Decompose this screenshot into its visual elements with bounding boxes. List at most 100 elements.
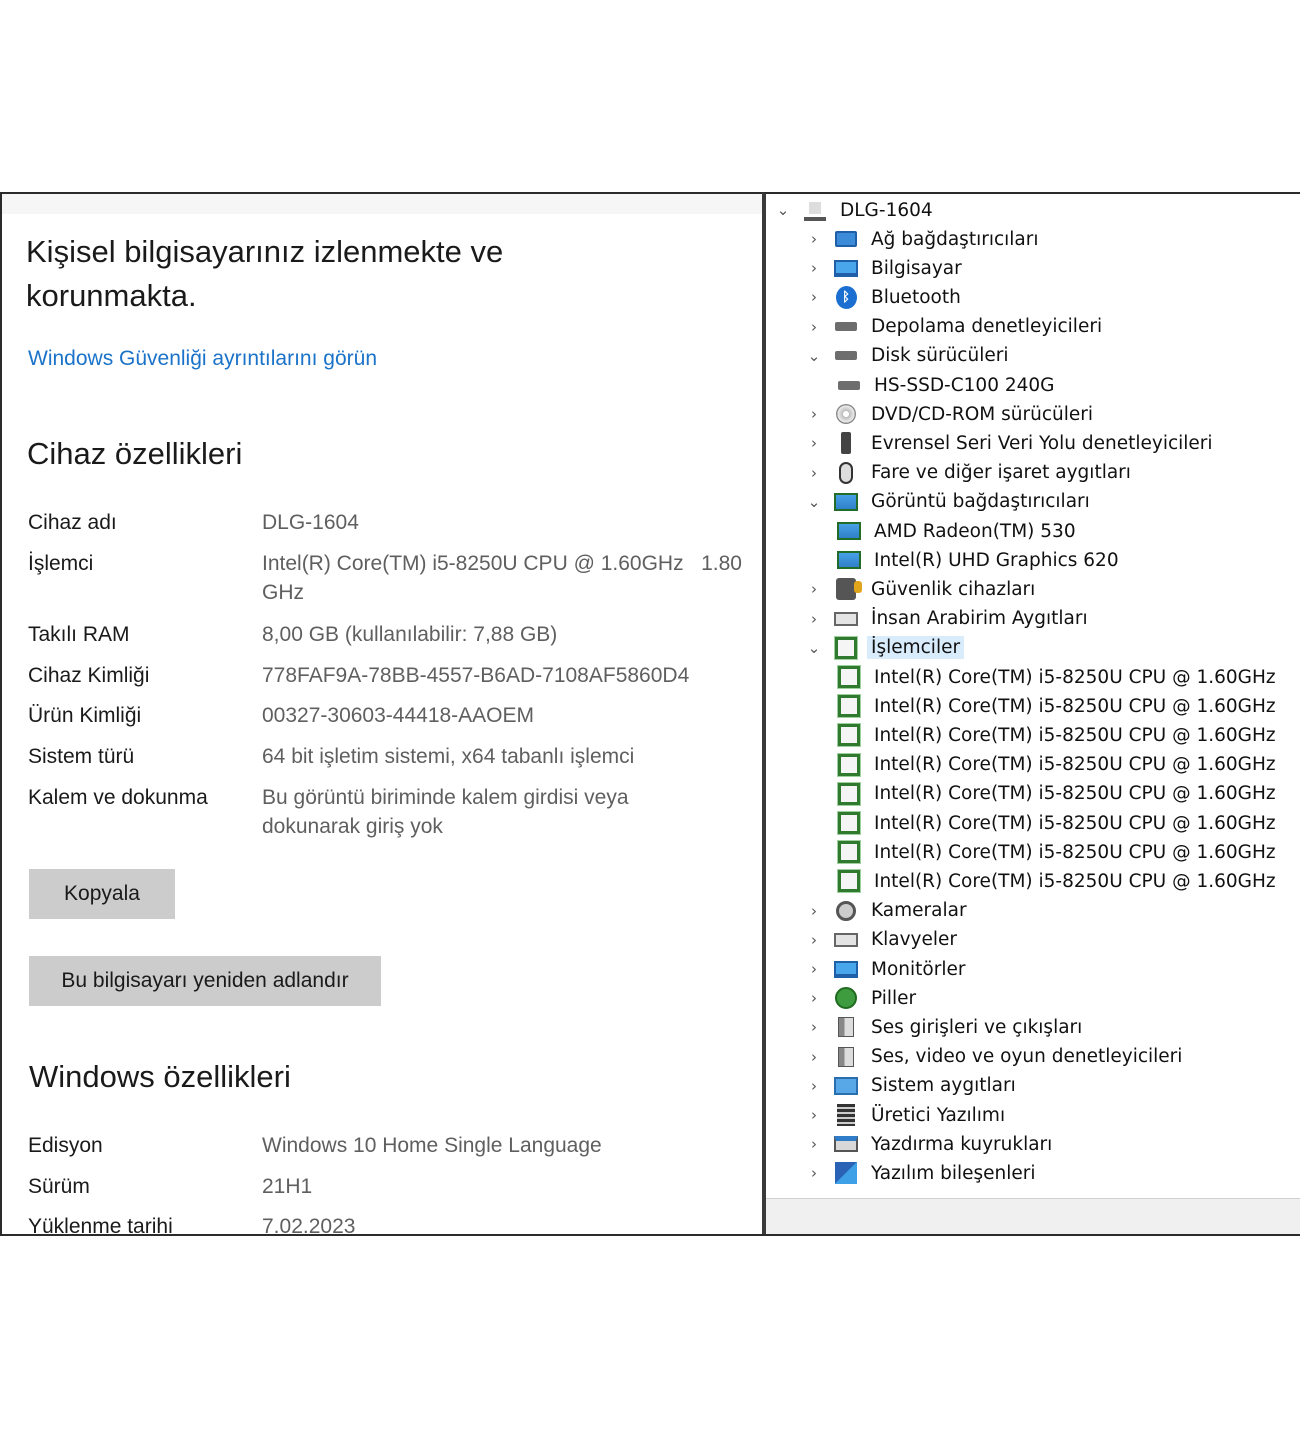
tree-item-label[interactable]: Depolama denetleyicileri bbox=[867, 315, 1106, 338]
tree-category[interactable]: › Ses, video ve oyun denetleyicileri bbox=[805, 1043, 1186, 1071]
copy-button[interactable]: Kopyala bbox=[29, 869, 175, 919]
tree-item-label[interactable]: Intel(R) Core(TM) i5-8250U CPU @ 1.60GHz bbox=[870, 695, 1280, 718]
spec-value[interactable]: Bu görüntü biriminde kalem girdisi veya … bbox=[262, 783, 682, 841]
spec-value[interactable]: Windows 10 Home Single Language bbox=[262, 1131, 752, 1160]
chevron-right-icon[interactable]: › bbox=[805, 405, 823, 423]
spec-value[interactable]: DLG-1604 bbox=[262, 508, 752, 537]
spec-value[interactable]: Intel(R) Core(TM) i5-8250U CPU @ 1.60GHz… bbox=[262, 549, 752, 607]
tree-item-label[interactable]: Görüntü bağdaştırıcıları bbox=[867, 490, 1094, 513]
tree-category[interactable]: › Evrensel Seri Veri Yolu denetleyicileri bbox=[805, 429, 1217, 457]
tree-category[interactable]: › Yazdırma kuyrukları bbox=[805, 1130, 1056, 1158]
tree-category[interactable]: › Ağ bağdaştırıcıları bbox=[805, 225, 1043, 253]
chevron-right-icon[interactable]: › bbox=[805, 1135, 823, 1153]
chevron-right-icon[interactable]: › bbox=[805, 902, 823, 920]
tree-item-label[interactable]: Fare ve diğer işaret aygıtları bbox=[867, 461, 1135, 484]
tree-device[interactable]: Intel(R) Core(TM) i5-8250U CPU @ 1.60GHz bbox=[836, 692, 1280, 720]
chevron-right-icon[interactable]: › bbox=[805, 230, 823, 248]
chevron-right-icon[interactable]: › bbox=[805, 259, 823, 277]
tree-item-label[interactable]: Yazılım bileşenleri bbox=[867, 1162, 1040, 1185]
tree-category[interactable]: › İnsan Arabirim Aygıtları bbox=[805, 605, 1092, 633]
tree-item-label[interactable]: Bluetooth bbox=[867, 286, 965, 309]
tree-item-label[interactable]: Sistem aygıtları bbox=[867, 1074, 1020, 1097]
chevron-right-icon[interactable]: › bbox=[805, 434, 823, 452]
tree-category[interactable]: › DVD/CD-ROM sürücüleri bbox=[805, 400, 1097, 428]
tree-item-label[interactable]: Bilgisayar bbox=[867, 257, 966, 280]
tree-item-label[interactable]: Intel(R) Core(TM) i5-8250U CPU @ 1.60GHz bbox=[870, 870, 1280, 893]
device-tree[interactable]: ⌄ DLG-1604 › Ağ bağdaştırıcıları › Bilgisay… bbox=[766, 194, 1300, 1194]
spec-value[interactable]: 778FAF9A-78BB-4557-B6AD-7108AF5860D4 bbox=[262, 661, 752, 690]
tree-category[interactable]: › Kameralar bbox=[805, 897, 971, 925]
tree-category[interactable]: ⌄ Görüntü bağdaştırıcıları bbox=[805, 488, 1094, 516]
tree-device[interactable]: HS-SSD-C100 240G bbox=[836, 371, 1059, 399]
chevron-right-icon[interactable]: › bbox=[805, 960, 823, 978]
tree-item-label[interactable]: İnsan Arabirim Aygıtları bbox=[867, 607, 1092, 630]
chevron-down-icon[interactable]: ⌄ bbox=[805, 639, 823, 657]
chevron-right-icon[interactable]: › bbox=[805, 580, 823, 598]
chevron-right-icon[interactable]: › bbox=[805, 610, 823, 628]
spec-value[interactable]: 00327-30603-44418-AAOEM bbox=[262, 701, 752, 730]
tree-item-label[interactable]: Evrensel Seri Veri Yolu denetleyicileri bbox=[867, 432, 1217, 455]
chevron-down-icon[interactable]: ⌄ bbox=[774, 201, 792, 219]
tree-item-label[interactable]: Yazdırma kuyrukları bbox=[867, 1133, 1056, 1156]
chevron-right-icon[interactable]: › bbox=[805, 288, 823, 306]
tree-item-label[interactable]: Intel(R) Core(TM) i5-8250U CPU @ 1.60GHz bbox=[870, 753, 1280, 776]
tree-device[interactable]: Intel(R) Core(TM) i5-8250U CPU @ 1.60GHz bbox=[836, 780, 1280, 808]
tree-item-label[interactable]: Intel(R) Core(TM) i5-8250U CPU @ 1.60GHz bbox=[870, 724, 1280, 747]
security-details-link[interactable]: Windows Güvenliği ayrıntılarını görün bbox=[28, 347, 377, 371]
spec-value[interactable]: 64 bit işletim sistemi, x64 tabanlı işle… bbox=[262, 742, 752, 771]
tree-root-label[interactable]: DLG-1604 bbox=[836, 199, 937, 222]
tree-item-label[interactable]: Intel(R) Core(TM) i5-8250U CPU @ 1.60GHz bbox=[870, 666, 1280, 689]
tree-item-label[interactable]: Intel(R) UHD Graphics 620 bbox=[870, 549, 1123, 572]
tree-item-label[interactable]: Intel(R) Core(TM) i5-8250U CPU @ 1.60GHz bbox=[870, 812, 1280, 835]
chevron-right-icon[interactable]: › bbox=[805, 1106, 823, 1124]
tree-device[interactable]: Intel(R) Core(TM) i5-8250U CPU @ 1.60GHz bbox=[836, 751, 1280, 779]
tree-device[interactable]: Intel(R) Core(TM) i5-8250U CPU @ 1.60GHz bbox=[836, 721, 1280, 749]
tree-category[interactable]: › Güvenlik cihazları bbox=[805, 575, 1039, 603]
tree-category[interactable]: › Bilgisayar bbox=[805, 254, 966, 282]
spec-value[interactable]: 21H1 bbox=[262, 1172, 752, 1201]
chevron-right-icon[interactable]: › bbox=[805, 931, 823, 949]
tree-item-label[interactable]: İşlemciler bbox=[867, 636, 965, 660]
spec-value[interactable]: 8,00 GB (kullanılabilir: 7,88 GB) bbox=[262, 620, 752, 649]
tree-item-label[interactable]: Ses, video ve oyun denetleyicileri bbox=[867, 1045, 1186, 1068]
tree-category[interactable]: › ᛒ Bluetooth bbox=[805, 283, 965, 311]
tree-device[interactable]: Intel(R) Core(TM) i5-8250U CPU @ 1.60GHz bbox=[836, 867, 1280, 895]
chevron-right-icon[interactable]: › bbox=[805, 318, 823, 336]
tree-item-label[interactable]: Üretici Yazılımı bbox=[867, 1104, 1009, 1127]
tree-category[interactable]: › Piller bbox=[805, 984, 920, 1012]
tree-category[interactable]: › Fare ve diğer işaret aygıtları bbox=[805, 459, 1135, 487]
tree-category[interactable]: › Yazılım bileşenleri bbox=[805, 1159, 1040, 1187]
tree-category[interactable]: › Ses girişleri ve çıkışları bbox=[805, 1013, 1086, 1041]
chevron-right-icon[interactable]: › bbox=[805, 1077, 823, 1095]
chevron-down-icon[interactable]: ⌄ bbox=[805, 347, 823, 365]
chevron-down-icon[interactable]: ⌄ bbox=[805, 493, 823, 511]
tree-device[interactable]: Intel(R) Core(TM) i5-8250U CPU @ 1.60GHz bbox=[836, 663, 1280, 691]
tree-device[interactable]: Intel(R) Core(TM) i5-8250U CPU @ 1.60GHz bbox=[836, 809, 1280, 837]
tree-item-label[interactable]: Monitörler bbox=[867, 958, 969, 981]
tree-device[interactable]: Intel(R) Core(TM) i5-8250U CPU @ 1.60GHz bbox=[836, 838, 1280, 866]
tree-item-label[interactable]: Piller bbox=[867, 987, 920, 1010]
tree-item-label[interactable]: Güvenlik cihazları bbox=[867, 578, 1039, 601]
tree-item-label[interactable]: Kameralar bbox=[867, 899, 971, 922]
tree-category[interactable]: ⌄ Disk sürücüleri bbox=[805, 342, 1012, 370]
tree-item-label[interactable]: HS-SSD-C100 240G bbox=[870, 374, 1059, 397]
chevron-right-icon[interactable]: › bbox=[805, 1164, 823, 1182]
chevron-right-icon[interactable]: › bbox=[805, 1048, 823, 1066]
tree-category[interactable]: › Üretici Yazılımı bbox=[805, 1101, 1009, 1129]
spec-value[interactable]: 7.02.2023 bbox=[262, 1212, 752, 1234]
tree-item-label[interactable]: Disk sürücüleri bbox=[867, 344, 1012, 367]
rename-pc-button[interactable]: Bu bilgisayarı yeniden adlandır bbox=[29, 956, 381, 1006]
tree-category[interactable]: › Sistem aygıtları bbox=[805, 1072, 1020, 1100]
tree-device[interactable]: Intel(R) UHD Graphics 620 bbox=[836, 546, 1123, 574]
chevron-right-icon[interactable]: › bbox=[805, 989, 823, 1007]
tree-category[interactable]: › Depolama denetleyicileri bbox=[805, 313, 1106, 341]
tree-category[interactable]: › Klavyeler bbox=[805, 926, 961, 954]
tree-item-label[interactable]: DVD/CD-ROM sürücüleri bbox=[867, 403, 1097, 426]
tree-item-label[interactable]: Ağ bağdaştırıcıları bbox=[867, 228, 1043, 251]
tree-device[interactable]: AMD Radeon(TM) 530 bbox=[836, 517, 1080, 545]
tree-item-label[interactable]: Klavyeler bbox=[867, 928, 961, 951]
tree-item-label[interactable]: AMD Radeon(TM) 530 bbox=[870, 520, 1080, 543]
chevron-right-icon[interactable]: › bbox=[805, 1018, 823, 1036]
tree-category[interactable]: › Monitörler bbox=[805, 955, 969, 983]
tree-item-label[interactable]: Ses girişleri ve çıkışları bbox=[867, 1016, 1086, 1039]
